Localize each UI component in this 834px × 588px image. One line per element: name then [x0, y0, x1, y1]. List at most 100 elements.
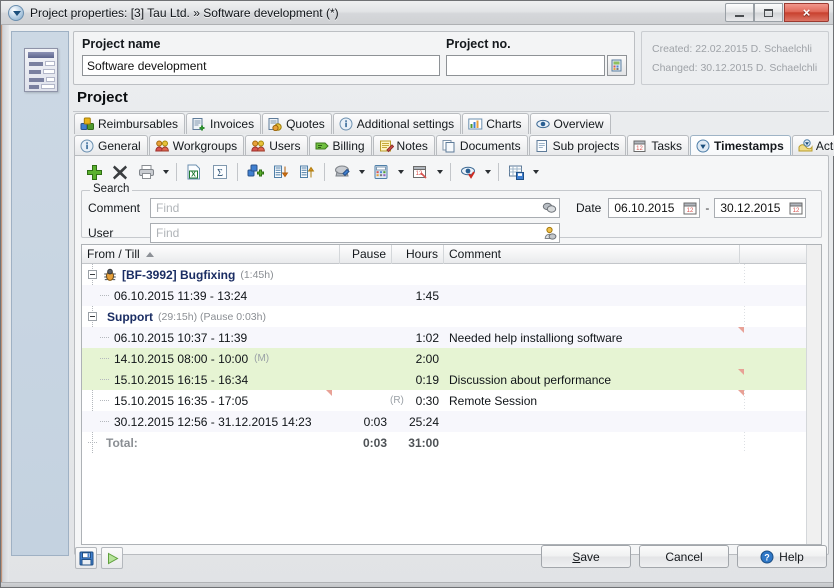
- timestamps-panel: X Σ: [74, 155, 829, 555]
- grid-save-button[interactable]: [503, 159, 529, 185]
- tab-workgroups[interactable]: Workgroups: [149, 135, 244, 156]
- start-timer-button[interactable]: [101, 547, 123, 569]
- grid-vertical-scrollbar[interactable]: [806, 245, 821, 544]
- tab-label: Notes: [397, 139, 428, 153]
- tab-invoices[interactable]: Invoices: [186, 113, 261, 134]
- view-button[interactable]: [455, 159, 481, 185]
- comment-search-input[interactable]: Find: [150, 198, 560, 218]
- timestamp-tools-button[interactable]: [329, 159, 355, 185]
- add-button[interactable]: [81, 159, 107, 185]
- calculator-button[interactable]: [368, 159, 394, 185]
- project-no-input[interactable]: [446, 55, 605, 76]
- tab-label: Tasks: [651, 139, 682, 153]
- comment-value: [444, 348, 740, 369]
- dialog-footer: Save Cancel ? Help: [73, 543, 827, 577]
- calculator-dropdown-arrow[interactable]: [394, 159, 407, 185]
- tab-activity-report[interactable]: Activity Report: [792, 135, 834, 156]
- print-button[interactable]: [133, 159, 159, 185]
- group-label: Support: [107, 310, 153, 324]
- tab-quotes[interactable]: Quotes: [262, 113, 332, 134]
- pause-value: [340, 348, 392, 369]
- tab-overview[interactable]: Overview: [530, 113, 611, 134]
- svg-text:X: X: [191, 172, 196, 179]
- calendar-button[interactable]: 12: [407, 159, 433, 185]
- users-icon: [251, 139, 266, 153]
- table-row[interactable]: 06.10.2015 11:39 - 13:24 1:45: [82, 285, 821, 306]
- delete-button[interactable]: [107, 159, 133, 185]
- column-header-comment[interactable]: Comment: [444, 245, 740, 264]
- table-row[interactable]: [BF-3992] Bugfixing (1:45h): [82, 264, 821, 285]
- help-question-icon: ?: [760, 550, 774, 564]
- doc-icon-header: [28, 52, 54, 58]
- close-icon: ×: [803, 5, 811, 20]
- table-row[interactable]: 15.10.2015 16:15 - 16:34 0:19 Discussion…: [82, 369, 821, 390]
- sum-button[interactable]: Σ: [207, 159, 233, 185]
- timestamps-grid[interactable]: From / Till Pause Hours Comment: [81, 244, 822, 545]
- tab-sub-projects[interactable]: Sub projects: [529, 135, 627, 156]
- project-document-icon[interactable]: [24, 48, 58, 92]
- tab-documents[interactable]: Documents: [436, 135, 528, 156]
- tree-elbow: [88, 432, 102, 453]
- tab-timestamps[interactable]: Timestamps: [690, 135, 791, 156]
- table-row[interactable]: Support (29:15h) (Pause 0:03h): [82, 306, 821, 327]
- column-label: Pause: [352, 247, 386, 261]
- quick-save-button[interactable]: [75, 547, 97, 569]
- tab-additional-settings[interactable]: Additional settings: [333, 113, 461, 134]
- print-dropdown-arrow[interactable]: [159, 159, 172, 185]
- toolbar-separator: [324, 163, 325, 181]
- table-total-row: Total: 0:03 31:00: [82, 432, 821, 453]
- tab-tasks[interactable]: 12 Tasks: [627, 135, 689, 156]
- table-row[interactable]: 14.10.2015 08:00 - 10:00 (M) 2:00: [82, 348, 821, 369]
- calendar-picker-icon[interactable]: 12: [789, 201, 804, 215]
- project-name-input[interactable]: [82, 55, 440, 76]
- cancel-button[interactable]: Cancel: [639, 545, 729, 568]
- view-dropdown-arrow[interactable]: [481, 159, 494, 185]
- maximize-button[interactable]: [754, 3, 783, 22]
- project-no-generator-button[interactable]: [607, 55, 627, 76]
- grid-header-row: From / Till Pause Hours Comment: [82, 245, 821, 264]
- comment-search-icon[interactable]: [542, 201, 557, 215]
- user-search-label: User: [88, 226, 150, 240]
- toolbar-separator: [237, 163, 238, 181]
- column-header-hours[interactable]: Hours: [392, 245, 444, 264]
- column-header-pause[interactable]: Pause: [340, 245, 392, 264]
- table-row[interactable]: 15.10.2015 16:35 - 17:05 (R) 0:30 Remote…: [82, 390, 821, 411]
- created-line: Created: 22.02.2015 D. Schaelchli: [652, 43, 812, 55]
- collapse-button[interactable]: [268, 159, 294, 185]
- tab-label: Timestamps: [714, 139, 784, 153]
- calendar-picker-icon[interactable]: 12: [683, 201, 698, 215]
- date-to-input[interactable]: 30.12.2015 12: [714, 198, 806, 218]
- tab-label: Documents: [460, 139, 521, 153]
- grid-save-icon: [508, 164, 525, 180]
- tab-charts[interactable]: Charts: [462, 113, 528, 134]
- user-search-placeholder: Find: [156, 226, 542, 240]
- expand-button[interactable]: [294, 159, 320, 185]
- calendar-dropdown-arrow[interactable]: [433, 159, 446, 185]
- column-header-from-till[interactable]: From / Till: [82, 245, 340, 264]
- doc-icon-field: [41, 84, 55, 89]
- user-search-icon[interactable]: [542, 226, 557, 240]
- grid-save-dropdown-arrow[interactable]: [529, 159, 542, 185]
- export-excel-button[interactable]: X: [181, 159, 207, 185]
- save-button[interactable]: Save: [541, 545, 631, 568]
- add-record-button[interactable]: [242, 159, 268, 185]
- invoice-icon: [192, 117, 207, 131]
- tab-notes[interactable]: Notes: [373, 135, 435, 156]
- user-search-input[interactable]: Find: [150, 223, 560, 243]
- timestamp-tools-dropdown-arrow[interactable]: [355, 159, 368, 185]
- tab-reimbursables[interactable]: Reimbursables: [74, 113, 185, 134]
- tab-general[interactable]: General: [74, 135, 148, 156]
- total-pause: 0:03: [340, 432, 392, 453]
- collapse-toggle[interactable]: [88, 270, 97, 279]
- list-up-icon: [299, 164, 315, 180]
- help-button[interactable]: ? Help: [737, 545, 827, 568]
- tab-users[interactable]: Users: [245, 135, 307, 156]
- date-from-input[interactable]: 06.10.2015 12: [608, 198, 700, 218]
- close-button[interactable]: ×: [784, 3, 829, 22]
- table-row[interactable]: 06.10.2015 10:37 - 11:39 1:02 Needed hel…: [82, 327, 821, 348]
- table-row[interactable]: 30.12.2015 12:56 - 31.12.2015 14:23 0:03…: [82, 411, 821, 432]
- collapse-toggle[interactable]: [88, 312, 97, 321]
- minimize-button[interactable]: [725, 3, 754, 22]
- tab-billing[interactable]: Billing: [309, 135, 372, 156]
- comment-value: Remote Session: [444, 390, 740, 411]
